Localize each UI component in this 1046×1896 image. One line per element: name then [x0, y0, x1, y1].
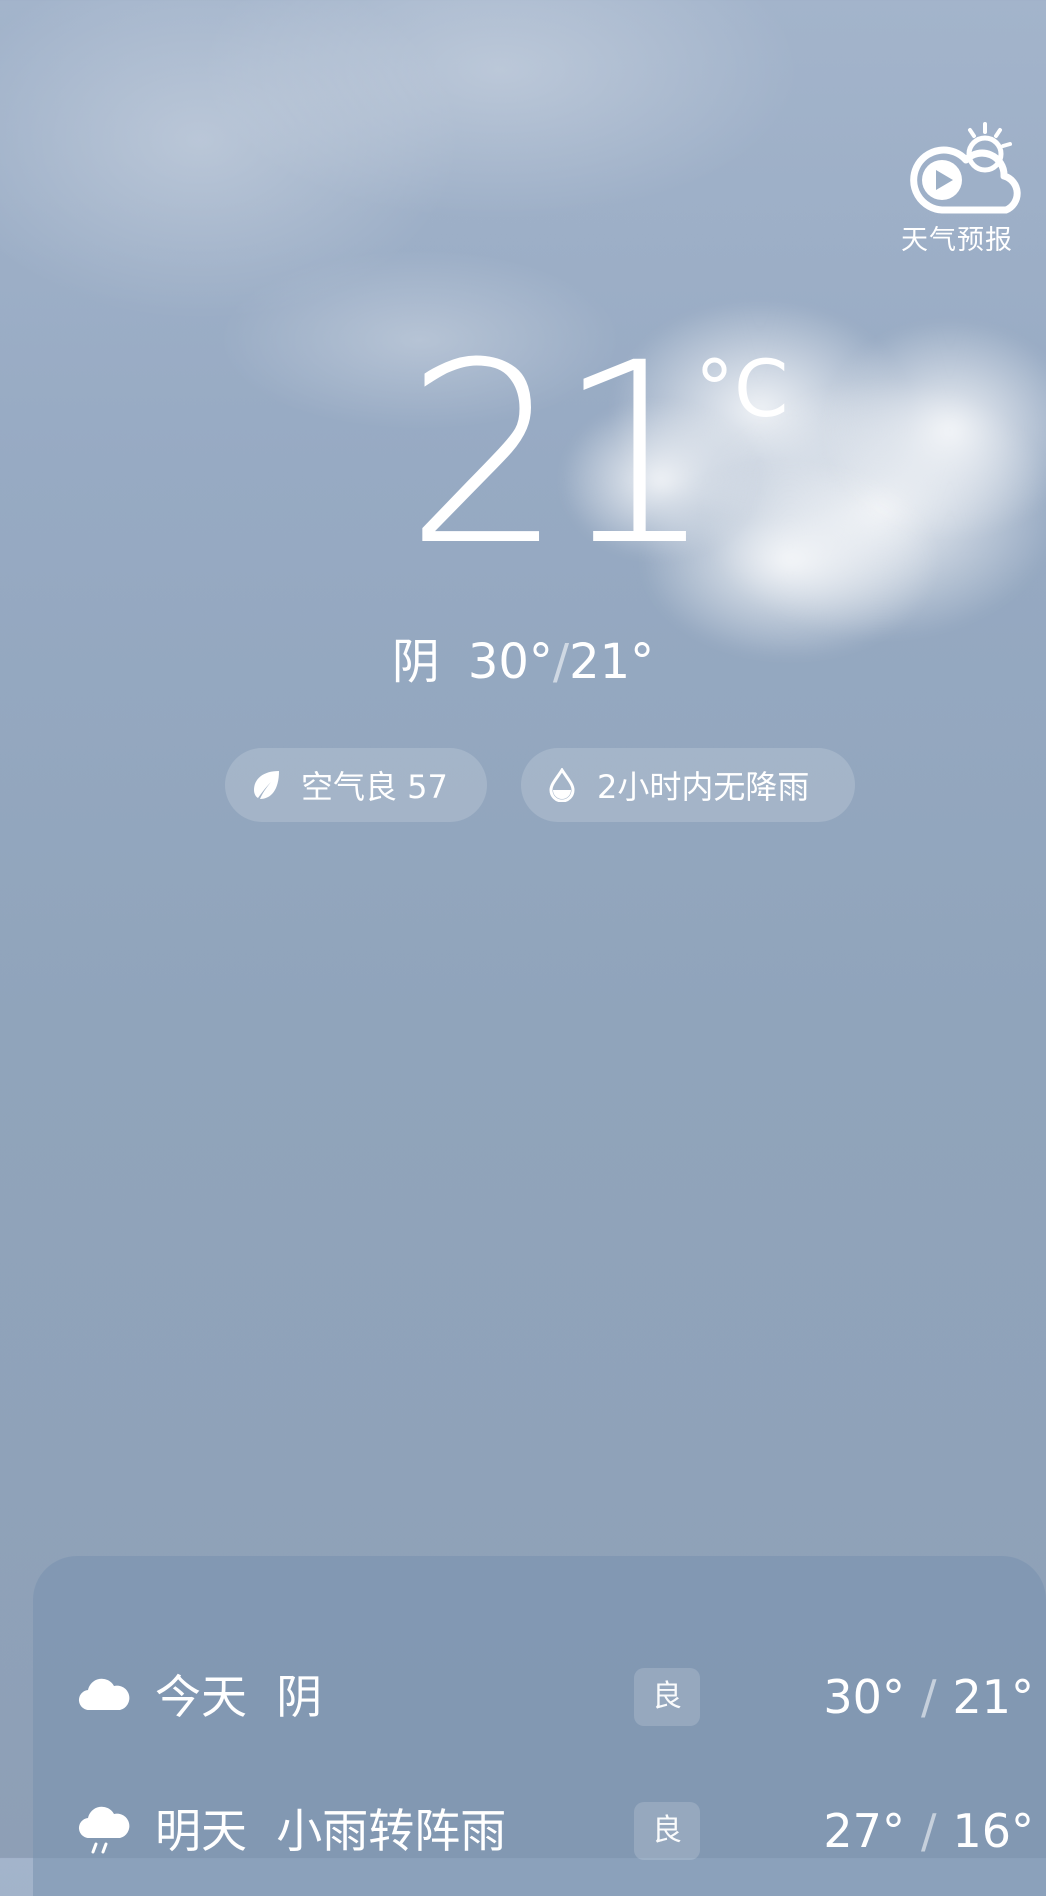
temperature-unit: °C	[695, 345, 789, 435]
current-temperature: 21	[405, 309, 715, 600]
current-condition: 阴	[391, 634, 440, 690]
leaf-icon	[254, 771, 279, 799]
forecast-day: 明天 小雨转阵雨	[155, 1804, 507, 1858]
current-temperature-block: 21 °C	[0, 320, 1046, 600]
daily-forecast-card[interactable]: 今天 阴 良 30°/21° 明天 小雨转阵雨 良 27°/16°	[33, 1556, 1046, 1896]
water-drop-icon	[549, 768, 575, 802]
precipitation-text: 2小时内无降雨	[597, 768, 810, 806]
air-quality-text: 空气良 57	[301, 768, 448, 806]
forecast-range: 27°/16°	[823, 1804, 1034, 1858]
forecast-range: 30°/21°	[823, 1670, 1034, 1724]
weather-forecast-button[interactable]: 天气预报	[892, 118, 1022, 258]
cloud-icon	[78, 1678, 130, 1711]
forecast-row-today[interactable]: 今天 阴 良 30°/21°	[33, 1662, 1046, 1732]
current-high: 30°	[467, 634, 553, 690]
play-cloud-sun-icon	[910, 122, 1021, 214]
aqi-badge: 良	[634, 1802, 700, 1860]
forecast-day: 今天 阴	[155, 1670, 323, 1724]
forecast-row-tomorrow[interactable]: 明天 小雨转阵雨 良 27°/16°	[33, 1796, 1046, 1866]
aqi-badge: 良	[634, 1668, 700, 1726]
forecast-label: 天气预报	[901, 225, 1013, 256]
range-separator: /	[552, 634, 570, 690]
air-quality-pill[interactable]: 空气良 57	[225, 748, 487, 822]
current-condition-row: 阴 30°/21°	[0, 632, 1046, 692]
rain-cloud-icon	[78, 1806, 130, 1854]
current-low: 21°	[569, 634, 655, 690]
precipitation-pill[interactable]: 2小时内无降雨	[521, 748, 855, 822]
